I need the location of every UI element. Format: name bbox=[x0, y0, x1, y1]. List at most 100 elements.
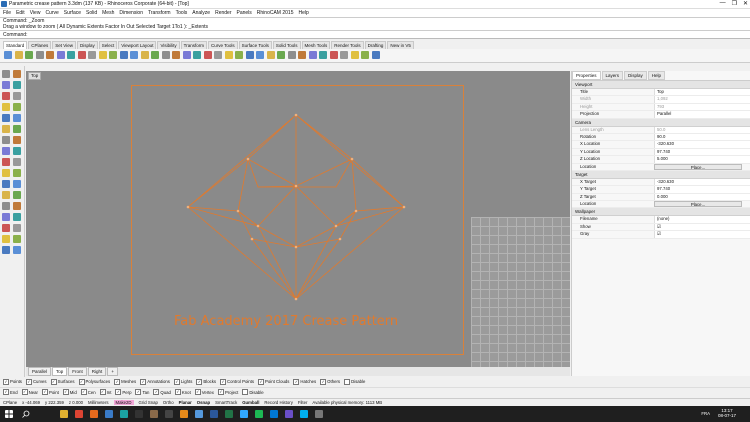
grid-icon[interactable] bbox=[329, 51, 338, 59]
place-button[interactable]: Place... bbox=[654, 201, 742, 208]
menu-transform[interactable]: Transform bbox=[148, 10, 171, 16]
menu-mesh[interactable]: Mesh bbox=[102, 10, 114, 16]
gimp-icon[interactable] bbox=[150, 410, 158, 418]
explode-icon[interactable] bbox=[13, 213, 21, 221]
gumball-toggle[interactable]: Gumball bbox=[242, 400, 259, 405]
array-icon[interactable] bbox=[13, 191, 21, 199]
file-explorer-icon[interactable] bbox=[60, 410, 68, 418]
checkbox-box[interactable]: ✓ bbox=[320, 378, 327, 385]
checkbox-box[interactable]: ✓ bbox=[3, 378, 9, 385]
panel-section-title[interactable]: Viewport bbox=[572, 81, 750, 89]
property-value[interactable]: 5.000 bbox=[654, 156, 750, 163]
dimension-icon[interactable] bbox=[13, 224, 21, 232]
boolean-icon[interactable] bbox=[2, 158, 10, 166]
group-icon[interactable] bbox=[2, 224, 10, 232]
osnap-checkbox[interactable]: ✓ Quad bbox=[153, 389, 171, 395]
menu-file[interactable]: File bbox=[3, 10, 11, 16]
offset-icon[interactable] bbox=[13, 125, 21, 133]
sphere-icon[interactable] bbox=[13, 147, 21, 155]
tab-surface-tools[interactable]: Surface Tools bbox=[238, 41, 272, 49]
undo-icon[interactable] bbox=[88, 51, 96, 59]
rhino-taskbar-icon[interactable] bbox=[105, 410, 113, 418]
panel-section-title[interactable]: Target bbox=[572, 170, 750, 179]
osnap-checkbox[interactable]: ✓ Mid bbox=[62, 389, 77, 395]
osnap-checkbox[interactable]: Disable bbox=[242, 389, 264, 395]
checkbox-box[interactable]: ✓ bbox=[135, 389, 142, 395]
menu-analyze[interactable]: Analyze bbox=[192, 10, 210, 16]
tab-parallel[interactable]: Parallel bbox=[28, 367, 52, 376]
osnap-checkbox[interactable]: ✓ Knot bbox=[174, 389, 191, 395]
tab-display[interactable]: Display bbox=[76, 41, 98, 49]
cplane-icon[interactable] bbox=[182, 51, 191, 59]
box-icon[interactable] bbox=[2, 147, 10, 155]
osnap-toggle[interactable]: Osnap bbox=[197, 400, 210, 405]
filter-checkbox[interactable]: ✓ Blocks bbox=[196, 378, 216, 385]
osnap-checkbox[interactable]: ✓ Near bbox=[21, 389, 38, 395]
analyze-tool-icon[interactable] bbox=[2, 246, 10, 254]
place-button[interactable]: Place... bbox=[654, 163, 742, 170]
word-icon[interactable] bbox=[210, 410, 218, 418]
checkbox-box[interactable]: ✓ bbox=[194, 389, 201, 395]
filter-checkbox[interactable]: ✓ Point Clouds bbox=[258, 378, 289, 385]
checkbox-box[interactable]: ✓ bbox=[173, 378, 180, 385]
property-value[interactable]: 0.000 bbox=[654, 193, 750, 201]
property-value[interactable]: 1,092 bbox=[654, 96, 750, 103]
close-button[interactable]: ✕ bbox=[743, 0, 748, 7]
viewport-label[interactable]: Top bbox=[28, 72, 42, 80]
surface-icon[interactable] bbox=[2, 136, 10, 144]
status-units[interactable]: Millimeters bbox=[88, 400, 109, 405]
analyze-icon[interactable] bbox=[361, 51, 369, 59]
checkbox-box[interactable]: ✓ bbox=[153, 389, 160, 395]
property-value[interactable]: 97.740 bbox=[654, 186, 750, 193]
osnap-checkbox[interactable]: ✓ Cen bbox=[80, 389, 96, 395]
trim-icon[interactable] bbox=[13, 202, 21, 210]
split-icon[interactable] bbox=[2, 202, 10, 210]
snap-icon[interactable] bbox=[340, 51, 348, 59]
checkbox-box[interactable] bbox=[344, 378, 351, 385]
redo-icon[interactable] bbox=[98, 51, 107, 59]
menu-rhinocam[interactable]: RhinoCAM 2015 bbox=[257, 10, 294, 16]
open-icon[interactable] bbox=[14, 51, 23, 59]
select-points-icon[interactable] bbox=[2, 70, 10, 78]
minimize-button[interactable]: — bbox=[720, 0, 726, 7]
mesh-icon[interactable] bbox=[13, 158, 21, 166]
ellipse-icon[interactable] bbox=[2, 103, 10, 111]
mirror-icon[interactable] bbox=[2, 191, 10, 199]
menu-panels[interactable]: Panels bbox=[237, 10, 252, 16]
status-layer[interactable]: Make2D bbox=[113, 400, 134, 405]
mail-icon[interactable] bbox=[270, 410, 278, 418]
zoom-extents-icon[interactable] bbox=[151, 51, 159, 59]
tab-select[interactable]: Select bbox=[98, 41, 118, 49]
notepad-icon[interactable] bbox=[195, 410, 203, 418]
paste-icon[interactable] bbox=[77, 51, 86, 59]
checkbox-box[interactable]: ✓ bbox=[114, 378, 121, 385]
save-icon[interactable] bbox=[25, 51, 33, 59]
add-viewport-tab[interactable]: + bbox=[107, 367, 118, 376]
checkbox-box[interactable]: ✓ bbox=[174, 389, 181, 395]
filter-checkbox[interactable]: ✓ Lights bbox=[173, 378, 192, 385]
property-value[interactable]: ☑ bbox=[654, 231, 750, 238]
tab-cplanes[interactable]: CPlanes bbox=[28, 41, 52, 49]
tab-mesh-tools[interactable]: Mesh Tools bbox=[301, 41, 331, 49]
tab-front[interactable]: Front bbox=[68, 367, 87, 376]
system-clock[interactable]: 13:17 08-07-17 bbox=[718, 408, 736, 418]
zoom-icon[interactable] bbox=[130, 51, 138, 59]
osnap-checkbox[interactable]: ✓ Tan bbox=[135, 389, 149, 395]
zoom-window-icon[interactable] bbox=[140, 51, 149, 59]
planar-toggle[interactable]: Planar bbox=[179, 400, 192, 405]
tab-render-tools[interactable]: Render Tools bbox=[331, 41, 364, 49]
checkbox-box[interactable]: ✓ bbox=[21, 389, 28, 395]
filter-checkbox[interactable]: ✓ Curves bbox=[25, 378, 47, 385]
tab-set-view[interactable]: Set View bbox=[52, 41, 76, 49]
move-icon[interactable] bbox=[2, 169, 10, 177]
options-icon[interactable] bbox=[319, 51, 327, 59]
layer-tool-icon[interactable] bbox=[13, 235, 21, 243]
checkbox-box[interactable]: ✓ bbox=[3, 389, 9, 395]
tab-solid-tools[interactable]: Solid Tools bbox=[272, 41, 301, 49]
checkbox-box[interactable]: ✓ bbox=[80, 389, 87, 395]
pan-icon[interactable] bbox=[109, 51, 117, 59]
filter-checkbox[interactable]: ✓ Meshes bbox=[114, 378, 136, 385]
checkbox-box[interactable]: ✓ bbox=[25, 378, 32, 385]
menu-dimension[interactable]: Dimension bbox=[119, 10, 143, 16]
ortho-toggle[interactable]: Ortho bbox=[163, 400, 174, 405]
